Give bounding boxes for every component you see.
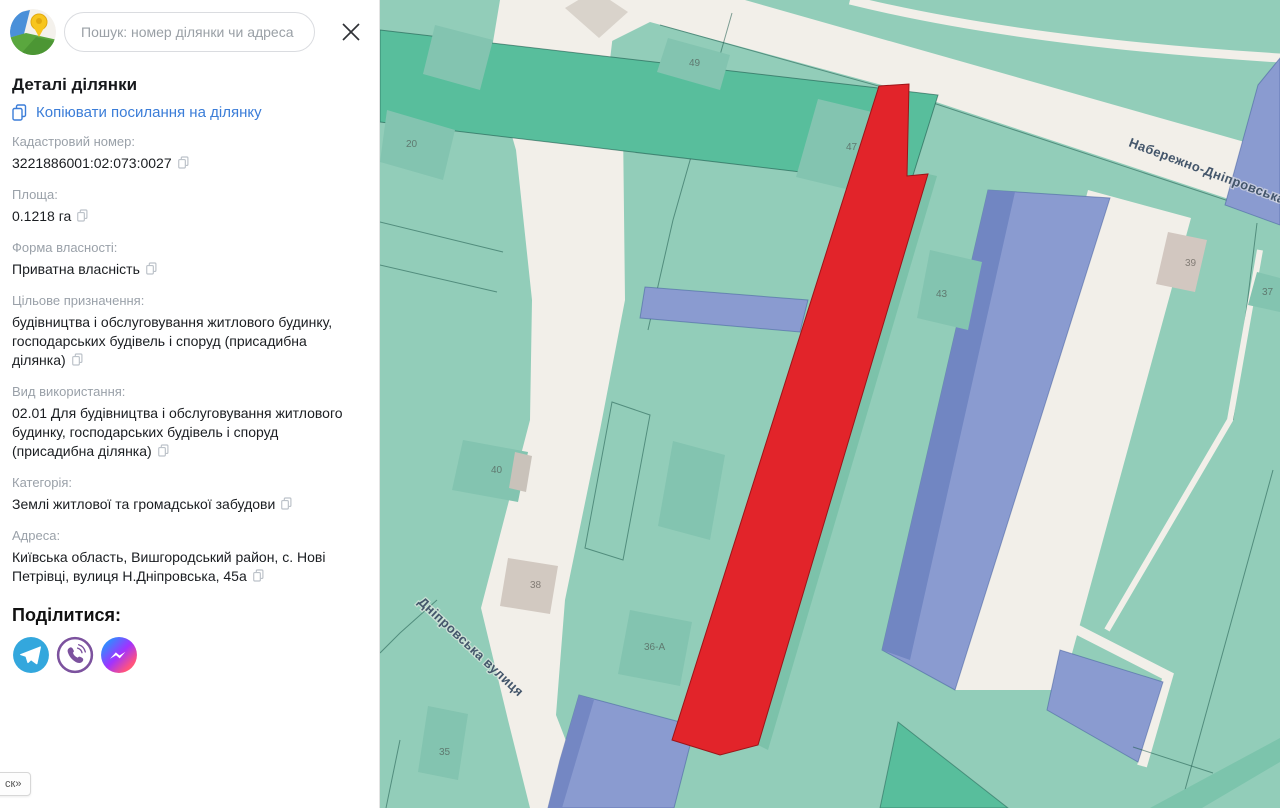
field-label: Категорія: [12, 475, 363, 490]
field-use-type: Вид використання: 02.01 Для будівництва … [12, 384, 363, 462]
close-button[interactable] [337, 18, 365, 46]
parcel-details: Деталі ділянки Копіювати посилання на ді… [0, 75, 379, 674]
field-label: Вид використання: [12, 384, 363, 399]
share-telegram-button[interactable] [12, 636, 50, 674]
copy-value-icon[interactable] [281, 496, 292, 515]
parcel-label-36a: 36-А [644, 642, 665, 653]
parcel-label-49: 49 [689, 58, 701, 69]
page-title: Деталі ділянки [12, 75, 363, 95]
copy-value-icon[interactable] [178, 155, 189, 174]
field-value: Землі житлової та громадської забудови [12, 495, 363, 515]
field-label: Адреса: [12, 528, 363, 543]
copy-parcel-link[interactable]: Копіювати посилання на ділянку [12, 104, 363, 121]
field-address: Адреса: Київська область, Вишгородський … [12, 528, 363, 587]
share-messenger-button[interactable] [100, 636, 138, 674]
copy-link-label: Копіювати посилання на ділянку [36, 104, 262, 121]
field-value: Київська область, Вишгородський район, с… [12, 548, 363, 587]
building-38 [500, 558, 558, 614]
attribution-badge[interactable]: ск» [0, 772, 31, 796]
field-label: Площа: [12, 187, 363, 202]
details-sidebar: Деталі ділянки Копіювати посилання на ді… [0, 0, 380, 808]
field-value: 0.1218 га [12, 207, 363, 227]
field-cadastral-number: Кадастровий номер: 3221886001:02:073:002… [12, 134, 363, 174]
copy-icon [12, 104, 27, 121]
field-value: будівництва і обслуговування житлового б… [12, 313, 363, 371]
field-area: Площа: 0.1218 га [12, 187, 363, 227]
copy-value-icon[interactable] [146, 261, 157, 280]
parcel-label-47: 47 [846, 142, 858, 153]
field-category: Категорія: Землі житлової та громадської… [12, 475, 363, 515]
close-icon [340, 21, 362, 43]
copy-value-icon[interactable] [77, 208, 88, 227]
field-value: Приватна власність [12, 260, 363, 280]
telegram-icon [12, 636, 50, 674]
parcel-label-20: 20 [406, 139, 418, 150]
parcel-label-43: 43 [936, 289, 948, 300]
map-svg: Набережно-Дніпровська ву Дніпровська вул… [380, 0, 1280, 808]
copy-value-icon[interactable] [158, 443, 169, 462]
map-canvas[interactable]: Набережно-Дніпровська ву Дніпровська вул… [380, 0, 1280, 808]
messenger-icon [100, 636, 138, 674]
copy-value-icon[interactable] [253, 568, 264, 587]
viber-icon [56, 636, 94, 674]
copy-value-icon[interactable] [72, 352, 83, 371]
field-label: Кадастровий номер: [12, 134, 363, 149]
parcel-label-40: 40 [491, 465, 503, 476]
parcel-label-39: 39 [1185, 258, 1197, 269]
parcel-label-37: 37 [1262, 287, 1274, 298]
field-value: 3221886001:02:073:0027 [12, 154, 363, 174]
share-buttons [12, 636, 363, 674]
field-value: 02.01 Для будівництва і обслуговування ж… [12, 404, 363, 462]
cadastral-map-app: Набережно-Дніпровська ву Дніпровська вул… [0, 0, 1280, 808]
field-label: Цільове призначення: [12, 293, 363, 308]
field-ownership: Форма власності: Приватна власність [12, 240, 363, 280]
share-title: Поділитися: [12, 605, 363, 626]
field-purpose: Цільове призначення: будівництва і обслу… [12, 293, 363, 371]
app-logo-icon[interactable] [10, 9, 56, 55]
topbar [0, 0, 379, 61]
search-input[interactable] [64, 12, 315, 52]
share-viber-button[interactable] [56, 636, 94, 674]
parcel-label-35: 35 [439, 747, 451, 758]
field-label: Форма власності: [12, 240, 363, 255]
parcel-label-38: 38 [530, 580, 542, 591]
